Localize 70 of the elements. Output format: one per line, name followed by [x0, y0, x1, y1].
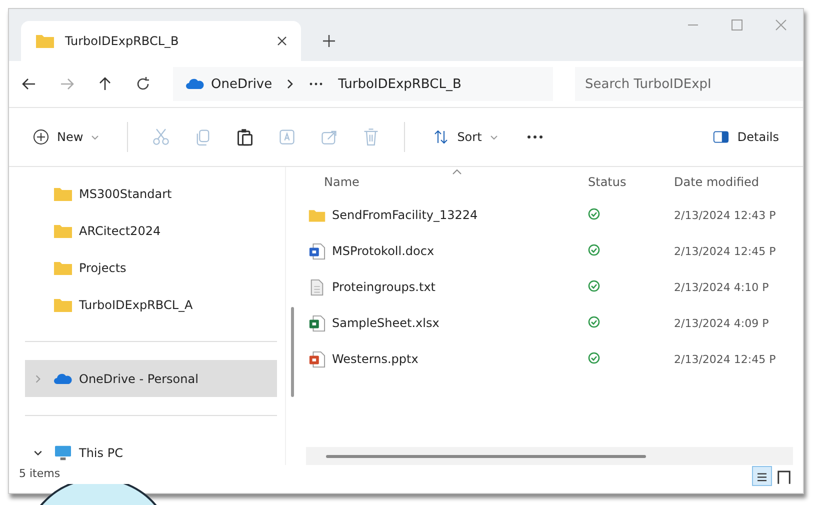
breadcrumb[interactable]: TurboIDExpRBCL_B [338, 76, 462, 92]
sidebar-item[interactable]: TurboIDExpRBCL_A [25, 286, 277, 323]
trash-icon[interactable] [362, 128, 380, 146]
sort-button[interactable]: Sort [429, 125, 502, 149]
details-button[interactable]: Details [709, 125, 783, 149]
file-name[interactable]: Westerns.pptx [332, 352, 418, 366]
powerpoint-file-icon [308, 350, 326, 368]
breadcrumb[interactable]: OneDrive [211, 76, 272, 92]
sidebar-item[interactable]: ARCitect2024 [25, 212, 277, 249]
scrollbar-thumb[interactable] [291, 307, 294, 397]
more-icon[interactable] [526, 135, 544, 139]
synced-check-icon [588, 280, 600, 292]
synced-check-icon [588, 208, 600, 220]
text-file-icon [308, 278, 326, 296]
monitor-icon [53, 444, 73, 460]
folder-icon [53, 222, 73, 238]
caret-icon [91, 134, 100, 140]
chevron-right-icon [286, 78, 294, 90]
scissors-icon[interactable] [152, 128, 170, 146]
details-view-icon[interactable] [753, 467, 771, 485]
file-name[interactable]: SampleSheet.xlsx [332, 316, 440, 330]
rename-icon[interactable] [278, 128, 296, 146]
up-icon[interactable] [97, 76, 113, 92]
sidebar-item[interactable]: Projects [25, 249, 277, 286]
address-bar[interactable]: OneDrive TurboIDExpRBCL_B [173, 67, 553, 101]
scrollbar-thumb[interactable] [326, 454, 646, 458]
column-header[interactable]: Status [582, 175, 674, 189]
new-button[interactable]: New [29, 125, 104, 149]
close-tab-icon[interactable] [277, 36, 287, 46]
folder-icon [53, 186, 73, 202]
date-cell-text: 2/13/2024 12:45 P [674, 244, 777, 258]
forward-icon[interactable] [59, 76, 75, 92]
sort-arrows-icon [433, 129, 450, 145]
close-icon[interactable] [775, 19, 787, 31]
file-name[interactable]: MSProtokoll.docx [332, 244, 434, 258]
file-name[interactable]: Proteingroups.txt [332, 280, 436, 294]
back-icon[interactable] [21, 76, 37, 92]
caret-icon [490, 134, 498, 140]
maximize-icon[interactable] [731, 19, 743, 31]
excel-file-icon [308, 314, 326, 332]
folder-icon [53, 296, 73, 312]
date-cell-text: 2/13/2024 12:45 P [674, 352, 777, 366]
search-field[interactable]: Search TurboIDExpI [575, 67, 803, 101]
cloud-icon [185, 78, 205, 90]
folder-icon [53, 260, 73, 276]
paste-icon[interactable] [236, 128, 254, 146]
synced-check-icon [588, 244, 600, 256]
date-cell-text: 2/13/2024 4:10 P [674, 280, 770, 294]
sort-caret-icon [452, 169, 462, 175]
synced-check-icon [588, 316, 600, 328]
tab-title: TurboIDExpRBCL_B [65, 34, 180, 48]
date-cell-text: 2/13/2024 12:43 P [674, 208, 777, 222]
new-tab-icon[interactable] [323, 35, 335, 47]
folder-icon [35, 33, 55, 49]
more-icon[interactable] [308, 82, 324, 86]
refresh-icon[interactable] [135, 76, 151, 92]
panel-icon [713, 129, 730, 145]
date-cell-text: 2/13/2024 4:09 P [674, 316, 770, 330]
column-header[interactable]: Name [306, 175, 582, 189]
synced-check-icon [588, 352, 600, 364]
sidebar-item[interactable]: MS300Standart [25, 175, 277, 212]
sidebar-item[interactable]: OneDrive - Personal [25, 360, 277, 397]
file-name[interactable]: SendFromFacility_13224 [332, 208, 478, 222]
item-count: 5 items [19, 467, 60, 480]
chevron-right-icon[interactable] [33, 374, 43, 384]
folder-tab[interactable]: TurboIDExpRBCL_B [21, 21, 301, 61]
plus-icon [33, 129, 49, 145]
share-icon[interactable] [320, 128, 338, 146]
word-file-icon [308, 242, 326, 260]
column-header[interactable]: Date modified [674, 175, 784, 189]
